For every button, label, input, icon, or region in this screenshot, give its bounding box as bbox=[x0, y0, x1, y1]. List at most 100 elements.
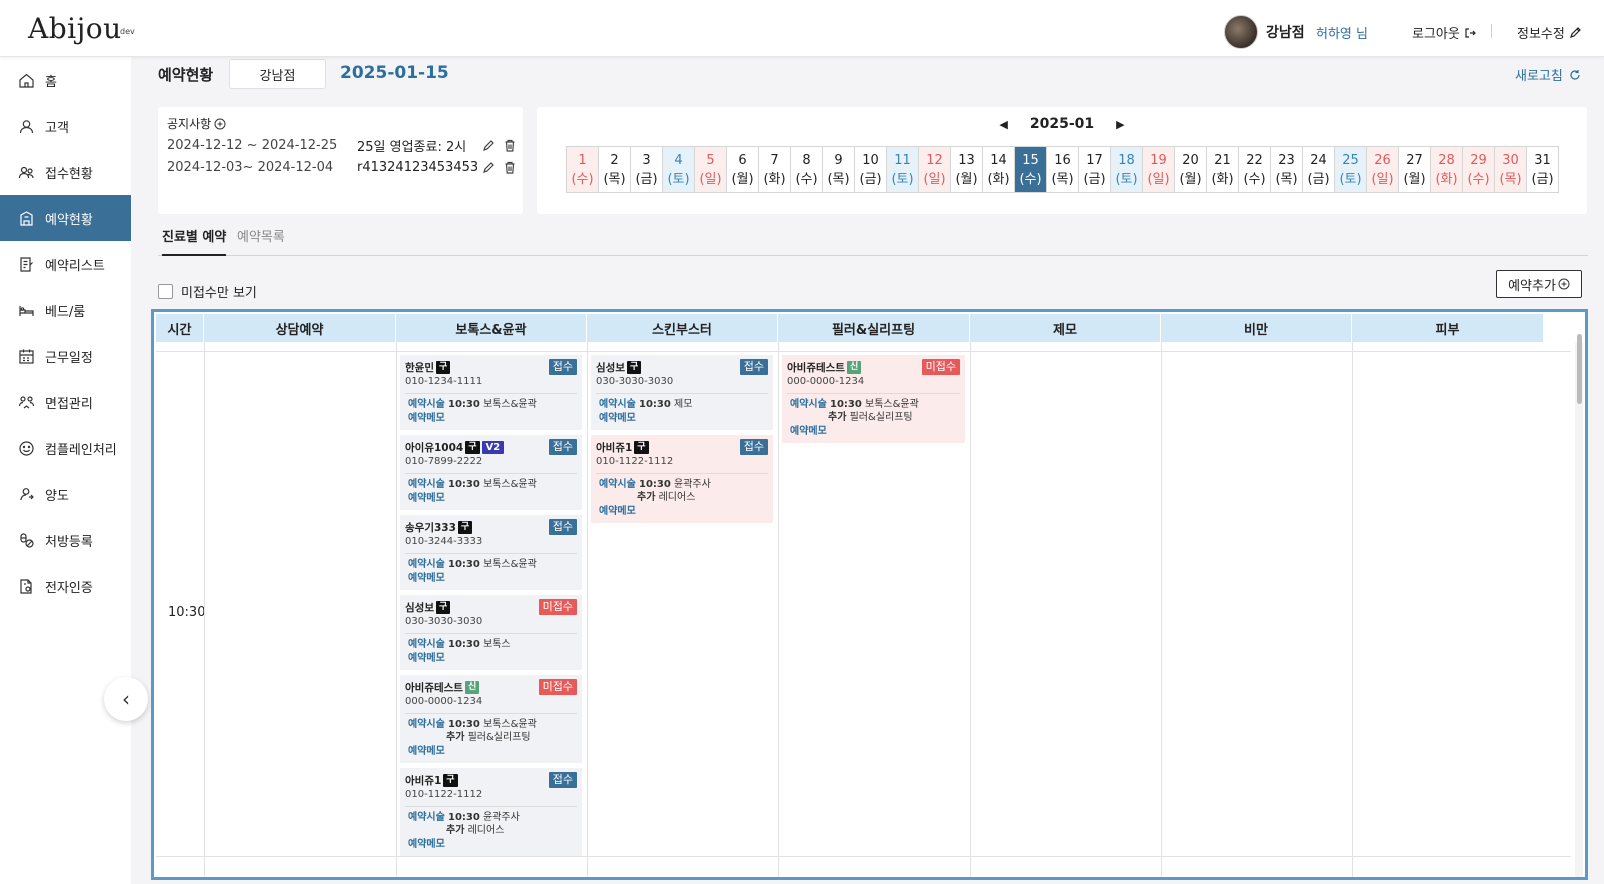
sidebar-item-interview[interactable]: 면접관리 bbox=[0, 379, 131, 425]
day-number: 19 bbox=[1150, 152, 1167, 168]
sidebar-item-customer[interactable]: 고객 bbox=[0, 103, 131, 149]
reception-status-badge[interactable]: 접수 bbox=[548, 772, 577, 788]
reservation-memo-link[interactable]: 예약메모 bbox=[405, 491, 577, 507]
reservation-card[interactable]: 송우기333 구 접수 010-3244-3333 예약시술 10:30 보톡스&윤곽 예… bbox=[400, 515, 582, 590]
calendar-day[interactable]: 16 (목) bbox=[1047, 147, 1079, 193]
avatar[interactable] bbox=[1224, 15, 1258, 49]
sidebar-item-work-schedule[interactable]: 근무일정 bbox=[0, 333, 131, 379]
calendar-day[interactable]: 11 (토) bbox=[887, 147, 919, 193]
delete-notice-button[interactable] bbox=[499, 161, 521, 174]
edit-notice-button[interactable] bbox=[477, 161, 499, 174]
calendar-day[interactable]: 8 (수) bbox=[791, 147, 823, 193]
calendar-day[interactable]: 29 (수) bbox=[1463, 147, 1495, 193]
pencil-icon bbox=[1569, 27, 1581, 38]
reception-status-badge[interactable]: 접수 bbox=[548, 359, 577, 375]
next-month-icon[interactable]: ▶ bbox=[1116, 118, 1124, 131]
calendar-day[interactable]: 22 (수) bbox=[1239, 147, 1271, 193]
calendar-day[interactable]: 27 (월) bbox=[1399, 147, 1431, 193]
sidebar-item-certificate[interactable]: 전자인증 bbox=[0, 563, 131, 609]
sidebar-item-bed-room[interactable]: 베드/룸 bbox=[0, 287, 131, 333]
day-weekday: (화) bbox=[1435, 171, 1458, 187]
refresh-button[interactable]: 새로고침 bbox=[1515, 65, 1581, 84]
sidebar-item-transfer[interactable]: 양도 bbox=[0, 471, 131, 517]
reservation-memo-link[interactable]: 예약메모 bbox=[405, 837, 577, 853]
reservation-card[interactable]: 한윤민 구 접수 010-1234-1111 예약시술 10:30 보톡스&윤곽 예약메모 bbox=[400, 355, 582, 430]
reservation-memo-link[interactable]: 예약메모 bbox=[405, 651, 577, 667]
sidebar-item-reservation-list[interactable]: 예약리스트 bbox=[0, 241, 131, 287]
reception-status-badge[interactable]: 접수 bbox=[739, 359, 768, 375]
reservation-card[interactable]: 아비쥬1 구 접수 010-1122-1112 예약시술 10:30 윤곽주사 추가 레디… bbox=[400, 768, 582, 856]
calendar-day[interactable]: 6 (월) bbox=[727, 147, 759, 193]
reservation-card[interactable]: 아이유1004 구 V2 접수 010-7899-2222 예약시술 10:30 보톡스&… bbox=[400, 435, 582, 510]
reception-status-badge[interactable]: 접수 bbox=[548, 439, 577, 455]
sidebar-item-complaint[interactable]: 컴플레인처리 bbox=[0, 425, 131, 471]
calendar-day[interactable]: 15 (수) bbox=[1015, 147, 1047, 193]
day-number: 5 bbox=[706, 152, 715, 168]
delete-notice-button[interactable] bbox=[499, 139, 521, 152]
sidebar-item-reservation-status[interactable]: 예약현황 bbox=[0, 195, 131, 241]
reservation-memo-link[interactable]: 예약메모 bbox=[596, 504, 768, 520]
calendar-day[interactable]: 2 (목) bbox=[599, 147, 631, 193]
reception-status-badge[interactable]: 미접수 bbox=[538, 599, 577, 615]
calendar-day[interactable]: 24 (금) bbox=[1303, 147, 1335, 193]
calendar-day[interactable]: 26 (일) bbox=[1367, 147, 1399, 193]
reception-status-badge[interactable]: 미접수 bbox=[538, 679, 577, 695]
calendar-day[interactable]: 13 (월) bbox=[951, 147, 983, 193]
reservation-card[interactable]: 아비쥬테스트 신 미접수 000-0000-1234 예약시술 10:30 보톡스&윤곽… bbox=[782, 355, 965, 443]
calendar-day[interactable]: 30 (목) bbox=[1495, 147, 1527, 193]
calendar-day[interactable]: 4 (토) bbox=[663, 147, 695, 193]
tab-by-treatment[interactable]: 진료별 예약 bbox=[162, 226, 227, 256]
sidebar-item-reception[interactable]: 접수현황 bbox=[0, 149, 131, 195]
reception-status-badge[interactable]: 접수 bbox=[739, 439, 768, 455]
notice-text[interactable]: r41324123453453... bbox=[357, 160, 477, 175]
branch-select[interactable]: 강남점 bbox=[229, 59, 326, 89]
grid-scroll-thumb[interactable] bbox=[1577, 334, 1582, 404]
add-reservation-button[interactable]: 예약추가 bbox=[1496, 270, 1582, 298]
calendar-day[interactable]: 9 (목) bbox=[823, 147, 855, 193]
reservation-card[interactable]: 아비쥬테스트 신 미접수 000-0000-1234 예약시술 10:30 보톡스&윤곽… bbox=[400, 675, 582, 763]
logout-button[interactable]: 로그아웃 bbox=[1412, 23, 1476, 42]
calendar-day[interactable]: 20 (월) bbox=[1175, 147, 1207, 193]
edit-notice-button[interactable] bbox=[477, 139, 499, 152]
calendar-day[interactable]: 28 (화) bbox=[1431, 147, 1463, 193]
calendar-day[interactable]: 21 (화) bbox=[1207, 147, 1239, 193]
notice-text[interactable]: 25일 영업종료: 2시 bbox=[357, 136, 477, 155]
calendar-day[interactable]: 5 (일) bbox=[695, 147, 727, 193]
calendar-day[interactable]: 1 (수) bbox=[567, 147, 599, 193]
calendar-day[interactable]: 10 (금) bbox=[855, 147, 887, 193]
calendar-day[interactable]: 12 (일) bbox=[919, 147, 951, 193]
edit-info-button[interactable]: 정보수정 bbox=[1517, 23, 1582, 42]
reservation-memo-link[interactable]: 예약메모 bbox=[596, 411, 768, 427]
reception-status-badge[interactable]: 미접수 bbox=[921, 359, 960, 375]
calendar-day[interactable]: 14 (화) bbox=[983, 147, 1015, 193]
calendar-day[interactable]: 18 (토) bbox=[1111, 147, 1143, 193]
day-number: 21 bbox=[1214, 152, 1231, 168]
sidebar-item-home[interactable]: 홈 bbox=[0, 57, 131, 103]
calendar-day[interactable]: 17 (금) bbox=[1079, 147, 1111, 193]
sidebar-item-prescription[interactable]: 처방등록 bbox=[0, 517, 131, 563]
reservation-memo-link[interactable]: 예약메모 bbox=[405, 744, 577, 760]
calendar-day[interactable]: 25 (토) bbox=[1335, 147, 1367, 193]
list-icon bbox=[20, 256, 33, 272]
grid-scrollbar[interactable] bbox=[1575, 342, 1583, 877]
prev-month-icon[interactable]: ◀ bbox=[999, 118, 1007, 131]
sidebar-collapse-button[interactable]: ‹ bbox=[104, 677, 148, 721]
calendar-day[interactable]: 23 (목) bbox=[1271, 147, 1303, 193]
calendar-day[interactable]: 7 (화) bbox=[759, 147, 791, 193]
reservation-card[interactable]: 심성보 구 접수 030-3030-3030 예약시술 10:30 제모 예약메모 bbox=[591, 355, 773, 430]
customer-phone: 010-1122-1112 bbox=[596, 456, 674, 467]
tab-reservation-list[interactable]: 예약목록 bbox=[237, 226, 285, 245]
day-weekday: (일) bbox=[1147, 171, 1170, 187]
reservation-memo-link[interactable]: 예약메모 bbox=[787, 424, 960, 440]
reservation-memo-link[interactable]: 예약메모 bbox=[405, 571, 577, 587]
reservation-card[interactable]: 아비쥬1 구 접수 010-1122-1112 예약시술 10:30 윤곽주사 추가 레디… bbox=[591, 435, 773, 523]
notice-title[interactable]: 공지사항 bbox=[167, 115, 226, 132]
calendar-day[interactable]: 31 (금) bbox=[1527, 147, 1559, 193]
reception-status-badge[interactable]: 접수 bbox=[548, 519, 577, 535]
reservation-card[interactable]: 심성보 구 미접수 030-3030-3030 예약시술 10:30 보톡스 예약메모 bbox=[400, 595, 582, 670]
calendar-day[interactable]: 19 (일) bbox=[1143, 147, 1175, 193]
reservation-memo-link[interactable]: 예약메모 bbox=[405, 411, 577, 427]
logo[interactable]: Abijou bbox=[28, 12, 122, 45]
calendar-day[interactable]: 3 (금) bbox=[631, 147, 663, 193]
unreceived-checkbox[interactable] bbox=[158, 284, 173, 299]
